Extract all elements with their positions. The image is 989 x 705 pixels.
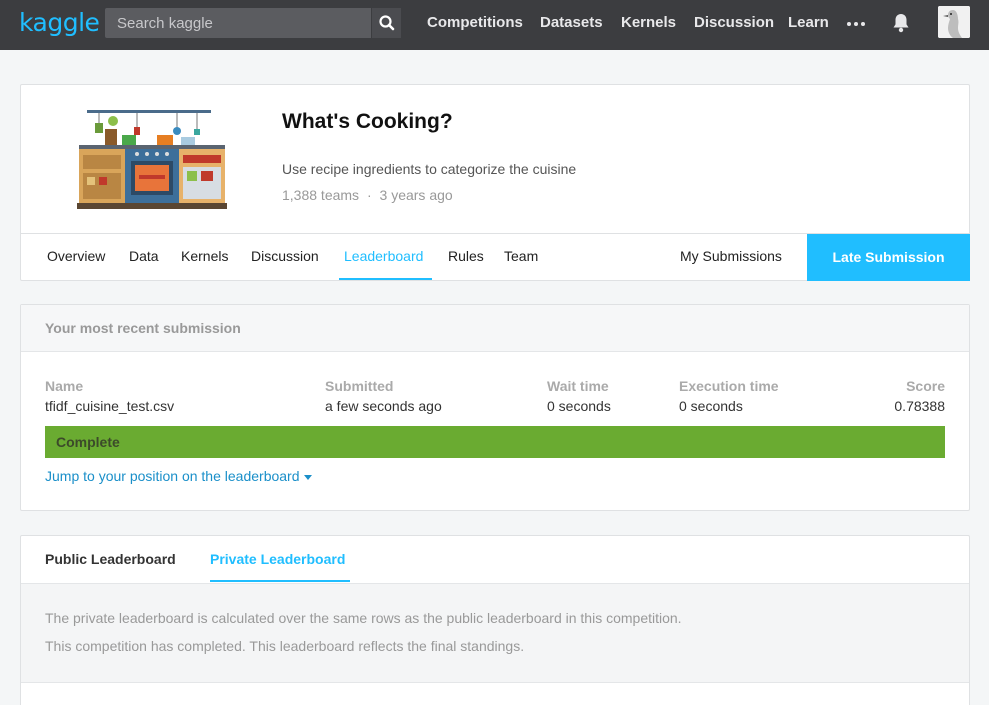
tab-team[interactable]: Team [504,248,538,264]
competition-header-card: What's Cooking? Use recipe ingredients t… [20,84,970,281]
execution-time-value: 0 seconds [679,398,743,414]
recent-submission-card: Your most recent submission Name tfidf_c… [20,304,970,511]
notifications-button[interactable] [890,12,912,34]
wait-time-value: 0 seconds [547,398,611,414]
wait-time-label: Wait time [547,378,609,394]
tab-overview[interactable]: Overview [47,248,105,264]
submitted-value: a few seconds ago [325,398,442,414]
kitchen-illustration [77,110,227,209]
search-icon [379,15,395,31]
teams-count: 1,388 teams [282,187,360,203]
tab-data[interactable]: Data [129,248,159,264]
submitted-column-label: Submitted [325,378,394,394]
competition-subtitle: Use recipe ingredients to categorize the… [282,161,577,177]
tab-discussion[interactable]: Discussion [251,248,319,264]
caret-down-icon [303,474,312,480]
nav-competitions[interactable]: Competitions [427,14,523,31]
nav-kernels[interactable]: Kernels [621,14,676,31]
leaderboard-info-line-1: The private leaderboard is calculated ov… [45,610,682,626]
execution-time-label: Execution time [679,378,779,394]
nav-discussion[interactable]: Discussion [694,14,774,31]
search-button[interactable] [371,8,401,38]
status-text: Complete [56,434,120,450]
tab-private-leaderboard[interactable]: Private Leaderboard [210,551,345,567]
more-menu-button[interactable] [846,13,868,33]
my-submissions-link[interactable]: My Submissions [680,248,782,264]
meta-separator: · [366,187,372,203]
nav-learn[interactable]: Learn [788,14,829,31]
leaderboard-info-panel: The private leaderboard is calculated ov… [21,583,969,683]
submission-card-title: Your most recent submission [45,320,241,336]
tab-rules[interactable]: Rules [448,248,484,264]
tab-kernels[interactable]: Kernels [181,248,228,264]
competition-age: 3 years ago [379,187,453,203]
nav-datasets[interactable]: Datasets [540,14,603,31]
submission-card-header: Your most recent submission [21,305,969,352]
user-avatar[interactable] [938,6,970,38]
active-leaderboard-tab-indicator [210,580,350,582]
search-box [105,8,401,38]
score-value: 0.78388 [894,398,945,414]
leaderboard-info-line-2: This competition has completed. This lea… [45,638,525,654]
competition-meta: 1,388 teams · 3 years ago [282,187,453,203]
tab-leaderboard[interactable]: Leaderboard [344,248,423,264]
score-column-label: Score [906,378,945,394]
leaderboard-card: Public Leaderboard Private Leaderboard T… [20,535,970,705]
top-navbar: kaggle Competitions Datasets Kernels Dis… [0,0,989,50]
active-tab-indicator [339,278,432,280]
tab-public-leaderboard[interactable]: Public Leaderboard [45,551,176,567]
search-input[interactable] [105,8,371,38]
jump-link-label: Jump to your position on the leaderboard [45,468,300,484]
submission-status-bar: Complete [45,426,945,458]
avatar-goose-icon [938,6,970,38]
bell-icon [893,14,909,33]
late-submission-button[interactable]: Late Submission [807,234,970,281]
kaggle-logo[interactable]: kaggle [19,8,100,37]
submission-file-name: tfidf_cuisine_test.csv [45,398,175,414]
competition-title: What's Cooking? [282,110,453,133]
name-column-label: Name [45,378,84,394]
jump-to-position-link[interactable]: Jump to your position on the leaderboard [45,468,312,484]
